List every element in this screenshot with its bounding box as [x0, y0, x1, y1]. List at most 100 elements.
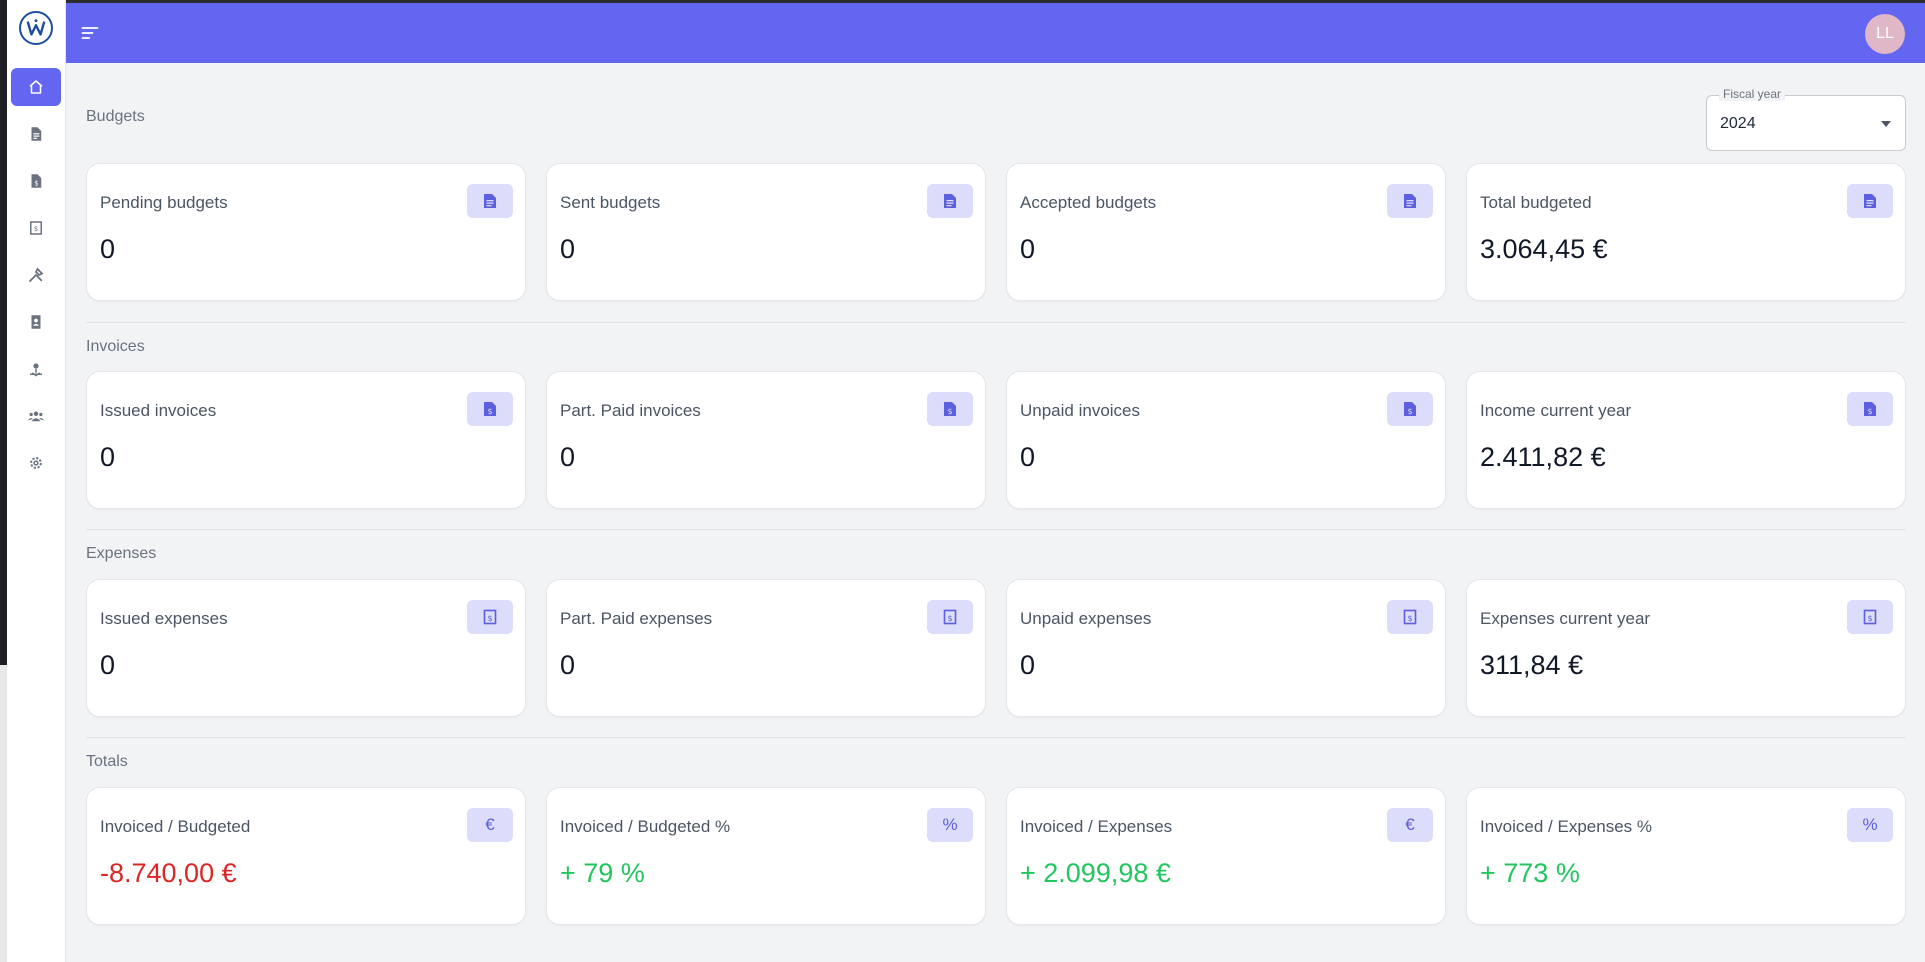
- percent-icon: %: [1847, 808, 1893, 842]
- sidebar-item-invoices[interactable]: $: [11, 162, 61, 200]
- svg-text:$: $: [947, 407, 952, 416]
- stat-card-invoiced-expenses-percent: Invoiced / Expenses % + 773 % %: [1466, 787, 1906, 925]
- card-label: Unpaid expenses: [1020, 609, 1152, 628]
- document-icon: [467, 184, 513, 218]
- users-group-icon: [27, 411, 45, 422]
- card-label: Invoiced / Budgeted: [100, 817, 251, 836]
- card-value: 311,84 €: [1480, 650, 1584, 680]
- stat-card-accepted-budgets: Accepted budgets 0: [1006, 163, 1446, 301]
- top-bar: LL: [66, 3, 1925, 63]
- card-label: Invoiced / Expenses %: [1480, 817, 1652, 836]
- card-value: + 773 %: [1480, 858, 1580, 888]
- chevron-down-icon: [1881, 121, 1891, 127]
- stat-card-invoiced-budgeted: Invoiced / Budgeted -8.740,00 € €: [86, 787, 526, 925]
- card-label: Total budgeted: [1480, 193, 1592, 212]
- app-logo[interactable]: [19, 11, 53, 45]
- section-title-budgets: Budgets: [86, 108, 145, 125]
- svg-text:$: $: [487, 407, 492, 416]
- user-avatar[interactable]: LL: [1865, 14, 1905, 54]
- card-label: Expenses current year: [1480, 609, 1651, 628]
- card-label: Invoiced / Budgeted %: [560, 817, 731, 836]
- fiscal-year-select[interactable]: Fiscal year 2024: [1706, 87, 1906, 151]
- card-value: 0: [560, 650, 576, 680]
- sidebar-item-groups[interactable]: [11, 397, 61, 435]
- contact-book-icon: [31, 315, 41, 329]
- user-pin-icon: [30, 363, 42, 377]
- euro-icon: €: [1387, 808, 1433, 842]
- receipt-icon: $: [30, 221, 42, 235]
- document-icon: [1847, 184, 1893, 218]
- invoice-icon: $: [467, 392, 513, 426]
- section-divider: [86, 322, 1906, 323]
- stat-card-sent-budgets: Sent budgets 0: [546, 163, 986, 301]
- card-value: 0: [100, 442, 116, 472]
- card-value: + 79 %: [560, 858, 645, 888]
- card-label: Part. Paid expenses: [560, 609, 713, 628]
- receipt-icon: $: [467, 600, 513, 634]
- card-label: Invoiced / Expenses: [1020, 817, 1173, 836]
- receipt-icon: $: [1387, 600, 1433, 634]
- svg-text:$: $: [34, 180, 38, 188]
- receipt-icon: $: [1847, 600, 1893, 634]
- svg-text:$: $: [487, 614, 492, 623]
- stat-card-pending-budgets: Pending budgets 0: [86, 163, 526, 301]
- document-icon: [927, 184, 973, 218]
- svg-text:$: $: [34, 225, 38, 233]
- app-frame: $ $ LL Fiscal year 2024 Budgets Pending …: [0, 0, 1925, 962]
- card-value: 0: [100, 650, 116, 680]
- card-value: 0: [560, 234, 576, 264]
- window-edge: [0, 0, 7, 962]
- svg-text:$: $: [947, 614, 952, 623]
- section-title-expenses: Expenses: [86, 545, 157, 562]
- stat-card-issued-invoices: Issued invoices 0 $: [86, 371, 526, 509]
- svg-text:$: $: [1407, 407, 1412, 416]
- section-divider: [86, 737, 1906, 738]
- svg-text:$: $: [1407, 614, 1412, 623]
- card-value: 0: [1020, 234, 1036, 264]
- card-label: Sent budgets: [560, 193, 661, 212]
- receipt-icon: $: [927, 600, 973, 634]
- stat-card-invoiced-expenses: Invoiced / Expenses + 2.099,98 € €: [1006, 787, 1446, 925]
- document-icon: [31, 127, 42, 141]
- stat-card-issued-expenses: Issued expenses 0 $: [86, 579, 526, 717]
- stat-card-total-budgeted: Total budgeted 3.064,45 €: [1466, 163, 1906, 301]
- svg-text:$: $: [1867, 614, 1872, 623]
- tools-icon: [29, 267, 44, 282]
- card-value: -8.740,00 €: [100, 858, 237, 888]
- card-label: Issued invoices: [100, 401, 217, 420]
- menu-icon: [81, 27, 99, 39]
- stat-card-unpaid-invoices: Unpaid invoices 0 $: [1006, 371, 1446, 509]
- home-icon: [29, 80, 43, 94]
- sidebar-item-settings[interactable]: [11, 444, 61, 482]
- document-icon: [1387, 184, 1433, 218]
- card-value: 0: [1020, 442, 1036, 472]
- section-title-totals: Totals: [86, 753, 128, 770]
- sidebar-item-home[interactable]: [11, 68, 61, 106]
- invoice-icon: $: [1847, 392, 1893, 426]
- sidebar-item-budgets[interactable]: [11, 115, 61, 153]
- card-value: 3.064,45 €: [1480, 234, 1608, 264]
- fiscal-year-value: 2024: [1720, 115, 1756, 132]
- sidebar-item-contacts[interactable]: [11, 303, 61, 341]
- stat-card-expenses-current-year: Expenses current year 311,84 € $: [1466, 579, 1906, 717]
- stat-card-invoiced-budgeted-percent: Invoiced / Budgeted % + 79 % %: [546, 787, 986, 925]
- sidebar-item-services[interactable]: [11, 256, 61, 294]
- sidebar-item-expenses[interactable]: $: [11, 209, 61, 247]
- svg-text:$: $: [1867, 407, 1872, 416]
- section-divider: [86, 529, 1906, 530]
- card-value: 0: [560, 442, 576, 472]
- gear-icon: [30, 457, 42, 469]
- invoice-icon: $: [31, 174, 42, 188]
- card-value: + 2.099,98 €: [1020, 858, 1171, 888]
- invoice-icon: $: [1387, 392, 1433, 426]
- sidebar-item-users[interactable]: [11, 350, 61, 388]
- stat-card-part-paid-expenses: Part. Paid expenses 0 $: [546, 579, 986, 717]
- menu-toggle-button[interactable]: [78, 21, 102, 45]
- card-label: Issued expenses: [100, 609, 228, 628]
- card-label: Part. Paid invoices: [560, 401, 701, 420]
- euro-icon: €: [467, 808, 513, 842]
- stat-card-unpaid-expenses: Unpaid expenses 0 $: [1006, 579, 1446, 717]
- card-value: 0: [1020, 650, 1036, 680]
- card-label: Unpaid invoices: [1020, 401, 1141, 420]
- card-value: 0: [100, 234, 116, 264]
